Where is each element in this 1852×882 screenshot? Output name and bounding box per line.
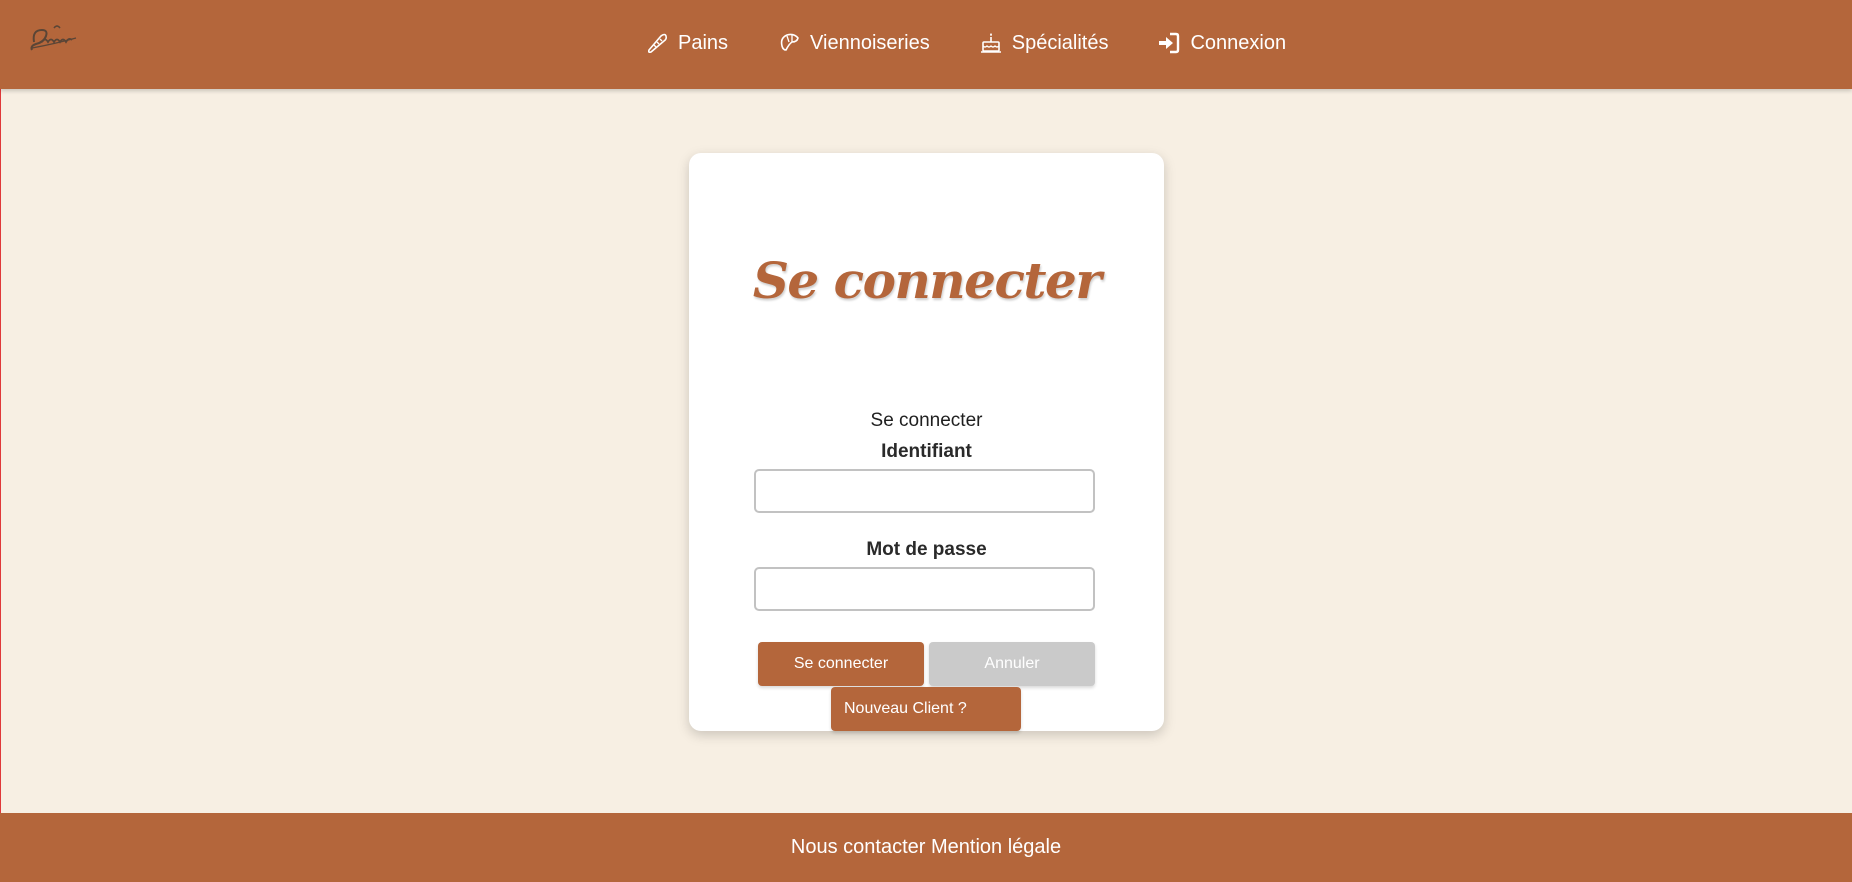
submit-button[interactable]: Se connecter bbox=[758, 642, 924, 686]
cancel-button[interactable]: Annuler bbox=[929, 642, 1095, 686]
main-nav: Pains Viennoiseries Spécialités Connexio… bbox=[646, 0, 1286, 86]
new-client-button[interactable]: Nouveau Client ? bbox=[831, 687, 1021, 731]
nav-item-label: Pains bbox=[678, 31, 729, 54]
nav-item-label: Spécialités bbox=[1011, 31, 1109, 54]
password-label: Mot de passe bbox=[866, 539, 987, 560]
legal-link[interactable]: Mention légale bbox=[931, 836, 1061, 859]
top-navbar: Pains Viennoiseries Spécialités Connexio… bbox=[0, 0, 1852, 89]
logo-icon bbox=[30, 25, 77, 51]
logo[interactable] bbox=[26, 22, 80, 54]
nav-item-label: Connexion bbox=[1190, 31, 1287, 54]
nav-item-viennoiseries[interactable]: Viennoiseries bbox=[778, 32, 930, 55]
contact-link[interactable]: Nous contacter bbox=[791, 836, 926, 859]
login-card: Se connecter Se connecter Identifiant Mo… bbox=[689, 153, 1164, 731]
baguette-icon bbox=[647, 33, 668, 54]
cake-icon bbox=[980, 33, 1001, 53]
sign-in-icon bbox=[1159, 32, 1180, 54]
username-label: Identifiant bbox=[881, 441, 972, 462]
nav-item-specialites[interactable]: Spécialités bbox=[980, 31, 1109, 55]
footer: Nous contacter Mention légale bbox=[0, 813, 1852, 882]
password-input[interactable] bbox=[754, 567, 1095, 611]
page-title: Se connecter bbox=[752, 251, 1102, 310]
nav-item-pains[interactable]: Pains bbox=[646, 32, 728, 55]
nav-item-label: Viennoiseries bbox=[810, 31, 930, 54]
form-subtitle: Se connecter bbox=[870, 410, 983, 431]
main-content: Se connecter Se connecter Identifiant Mo… bbox=[0, 89, 1852, 813]
croissant-icon bbox=[780, 33, 799, 51]
nav-item-connexion[interactable]: Connexion bbox=[1158, 32, 1286, 55]
username-input[interactable] bbox=[754, 469, 1095, 513]
